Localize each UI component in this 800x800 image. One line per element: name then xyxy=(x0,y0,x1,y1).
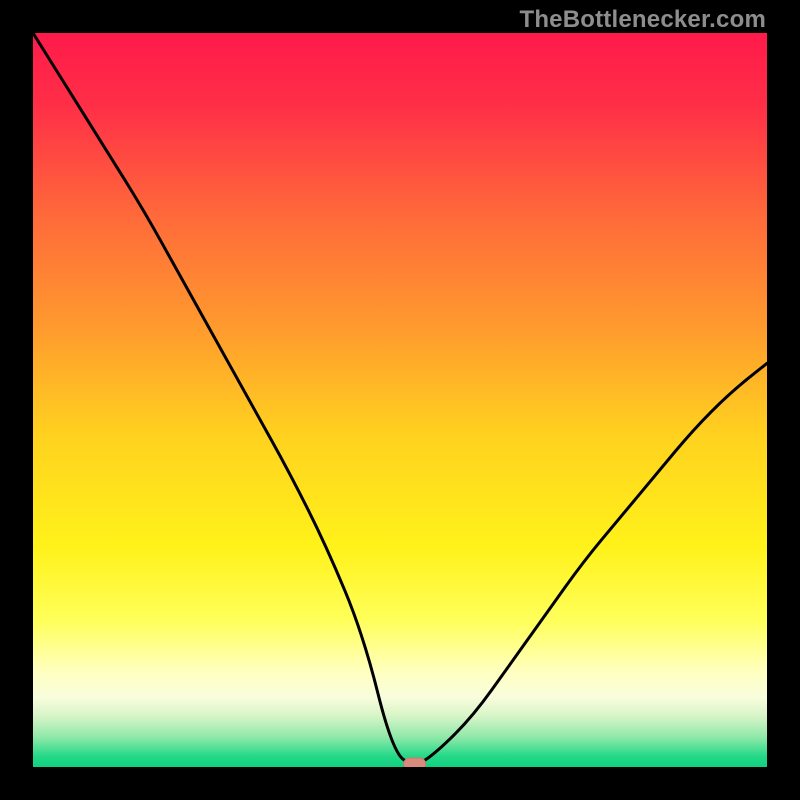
plot-area xyxy=(33,33,767,767)
chart-frame: TheBottlenecker.com xyxy=(0,0,800,800)
watermark-text: TheBottlenecker.com xyxy=(519,6,766,34)
chart-svg xyxy=(33,33,767,767)
gradient-background xyxy=(33,33,767,767)
optimal-point-marker xyxy=(404,758,426,767)
